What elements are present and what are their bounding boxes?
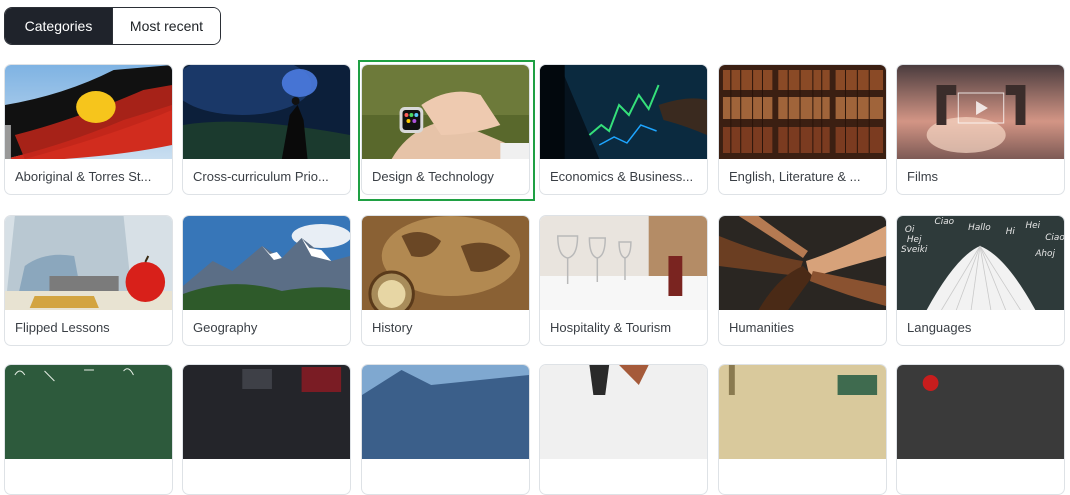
category-card-row3-3[interactable] (361, 364, 530, 495)
svg-text:Hei: Hei (1025, 221, 1040, 231)
aboriginal-flag-image (5, 65, 172, 159)
chalkboard-book-image: Ciao Hallo Hi Hei Oi Hej Ciao Sveiki Aho… (897, 216, 1064, 310)
category-card-row3-6[interactable] (896, 364, 1065, 495)
svg-text:Ciao: Ciao (935, 217, 955, 227)
tab-most-recent[interactable]: Most recent (112, 8, 220, 44)
category-card-languages[interactable]: Ciao Hallo Hi Hei Oi Hej Ciao Sveiki Aho… (896, 215, 1065, 346)
category-card-history[interactable]: History (361, 215, 530, 346)
category-card-row3-1[interactable] (4, 364, 173, 495)
film-frame-image (897, 65, 1064, 159)
category-card-hospitality[interactable]: Hospitality & Tourism (539, 215, 708, 346)
restaurant-image (540, 216, 707, 310)
stock-chart-image (540, 65, 707, 159)
old-map-image (362, 216, 529, 310)
category-card-aboriginal[interactable]: Aboriginal & Torres St... (4, 64, 173, 195)
tab-categories[interactable]: Categories (5, 8, 112, 44)
landscape-image (362, 365, 529, 459)
category-card-row3-5[interactable] (718, 364, 887, 495)
student-tablet-image (5, 216, 172, 310)
svg-text:Hej: Hej (907, 235, 922, 245)
category-card-flipped-lessons[interactable]: Flipped Lessons (4, 215, 173, 346)
card-label: Economics & Business... (550, 169, 694, 184)
category-card-cross-curriculum[interactable]: Cross-curriculum Prio... (182, 64, 351, 195)
category-card-row3-2[interactable] (182, 364, 351, 495)
card-label: Hospitality & Tourism (550, 320, 672, 335)
card-label: Languages (907, 320, 972, 335)
svg-text:Oi: Oi (905, 225, 915, 235)
svg-text:Ciao: Ciao (1045, 233, 1064, 243)
apple-desk-image (897, 365, 1064, 459)
card-label: Humanities (729, 320, 795, 335)
card-label: Flipped Lessons (15, 320, 110, 335)
card-label: Geography (193, 320, 258, 335)
svg-text:Hallo: Hallo (968, 223, 991, 233)
runner-image (540, 365, 707, 459)
category-card-films[interactable]: Films (896, 64, 1065, 195)
mountains-image (183, 216, 350, 310)
category-card-row3-4[interactable] (539, 364, 708, 495)
card-label: Films (907, 169, 939, 184)
svg-text:Ahoj: Ahoj (1034, 249, 1055, 259)
card-label: Aboriginal & Torres St... (15, 169, 152, 184)
svg-text:Hi: Hi (1006, 227, 1016, 237)
card-label: History (372, 320, 413, 335)
category-card-humanities[interactable]: Humanities (718, 215, 887, 346)
view-toggle: Categories Most recent (4, 7, 221, 45)
svg-text:Sveiki: Sveiki (901, 245, 928, 255)
card-label: Design & Technology (372, 169, 494, 184)
card-label: English, Literature & ... (729, 169, 861, 184)
classroom-image (719, 365, 886, 459)
bookshelf-image (719, 65, 886, 159)
math-chalkboard-image (5, 365, 172, 459)
stacked-hands-image (719, 216, 886, 310)
camera-image (183, 365, 350, 459)
smartwatch-image (362, 65, 529, 159)
flare-night-image (183, 65, 350, 159)
category-card-economics[interactable]: Economics & Business... (539, 64, 708, 195)
category-card-english[interactable]: English, Literature & ... (718, 64, 887, 195)
category-card-geography[interactable]: Geography (182, 215, 351, 346)
category-card-design-technology[interactable]: Design & Technology (361, 64, 530, 195)
card-label: Cross-curriculum Prio... (193, 169, 329, 184)
